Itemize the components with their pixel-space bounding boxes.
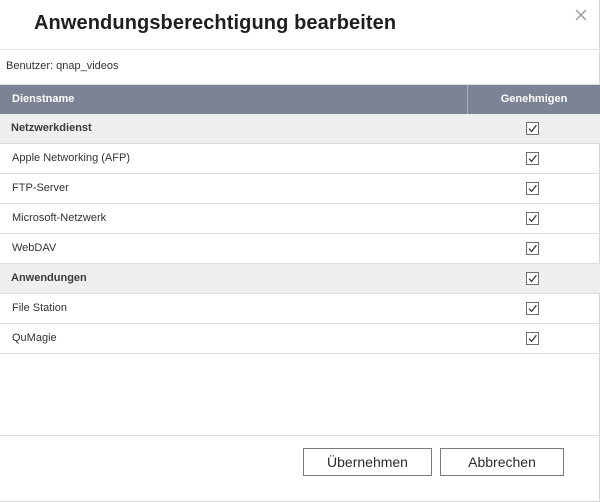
approve-checkbox[interactable] [526, 272, 539, 285]
group-name: Netzwerkdienst [11, 122, 92, 134]
approve-checkbox[interactable] [526, 212, 539, 225]
column-header-service-name[interactable]: Dienstname [12, 93, 74, 105]
service-name: Apple Networking (AFP) [12, 152, 130, 164]
service-name: Microsoft-Netzwerk [12, 212, 107, 224]
apply-button[interactable]: Übernehmen [303, 448, 432, 476]
table-group-row: Netzwerkdienst [0, 114, 600, 144]
group-name: Anwendungen [11, 272, 87, 284]
approve-checkbox[interactable] [526, 302, 539, 315]
table-row: QuMagie [0, 324, 600, 354]
column-header-approve[interactable]: Genehmigen [468, 93, 600, 105]
user-info-row: Benutzer: qnap_videos [0, 50, 600, 85]
approve-checkbox[interactable] [526, 122, 539, 135]
dialog-footer: Übernehmen Abbrechen [0, 435, 600, 502]
edit-app-permission-dialog: Anwendungsberechtigung bearbeiten Benutz… [0, 0, 600, 502]
table-row: FTP-Server [0, 174, 600, 204]
approve-checkbox[interactable] [526, 182, 539, 195]
table-row: Microsoft-Netzwerk [0, 204, 600, 234]
service-name: File Station [12, 302, 68, 314]
approve-checkbox[interactable] [526, 242, 539, 255]
dialog-title: Anwendungsberechtigung bearbeiten [34, 12, 397, 34]
permission-table-body: Netzwerkdienst Apple Networking (AFP) FTP-… [0, 114, 600, 354]
dialog-title-bar: Anwendungsberechtigung bearbeiten [0, 0, 600, 50]
table-row: Apple Networking (AFP) [0, 144, 600, 174]
cancel-button[interactable]: Abbrechen [440, 448, 564, 476]
table-header: Dienstname Genehmigen [0, 85, 600, 114]
close-icon[interactable] [572, 6, 590, 24]
table-row: File Station [0, 294, 600, 324]
service-name: QuMagie [12, 332, 57, 344]
table-row: WebDAV [0, 234, 600, 264]
service-name: WebDAV [12, 242, 57, 254]
approve-checkbox[interactable] [526, 332, 539, 345]
approve-checkbox[interactable] [526, 152, 539, 165]
service-name: FTP-Server [12, 182, 69, 194]
table-group-row: Anwendungen [0, 264, 600, 294]
user-label: Benutzer: qnap_videos [6, 60, 119, 72]
